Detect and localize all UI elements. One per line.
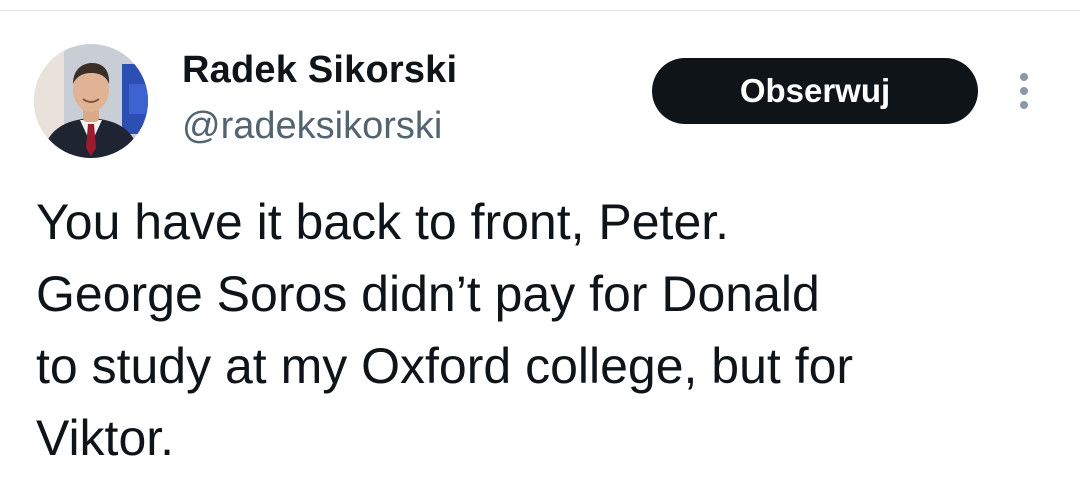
avatar[interactable]	[34, 44, 148, 158]
profile-photo-icon	[34, 44, 148, 158]
more-vertical-icon	[1020, 73, 1028, 81]
tweet-text-line: Viktor.	[36, 410, 175, 466]
follow-button[interactable]: Obserwuj	[652, 58, 978, 124]
tweet-card: Radek Sikorski @radeksikorski Obserwuj Y…	[0, 0, 1080, 497]
tweet-text: You have it back to front, Peter. George…	[36, 186, 1046, 474]
more-options-button[interactable]	[1004, 66, 1044, 116]
tweet-text-line: to study at my Oxford college, but for	[36, 338, 854, 394]
user-handle[interactable]: @radeksikorski	[182, 104, 442, 148]
more-vertical-icon	[1020, 101, 1028, 109]
tweet-text-line: You have it back to front, Peter.	[36, 194, 730, 250]
more-vertical-icon	[1020, 87, 1028, 95]
tweet-text-line: George Soros didn’t pay for Donald	[36, 266, 820, 322]
display-name[interactable]: Radek Sikorski	[182, 48, 457, 92]
